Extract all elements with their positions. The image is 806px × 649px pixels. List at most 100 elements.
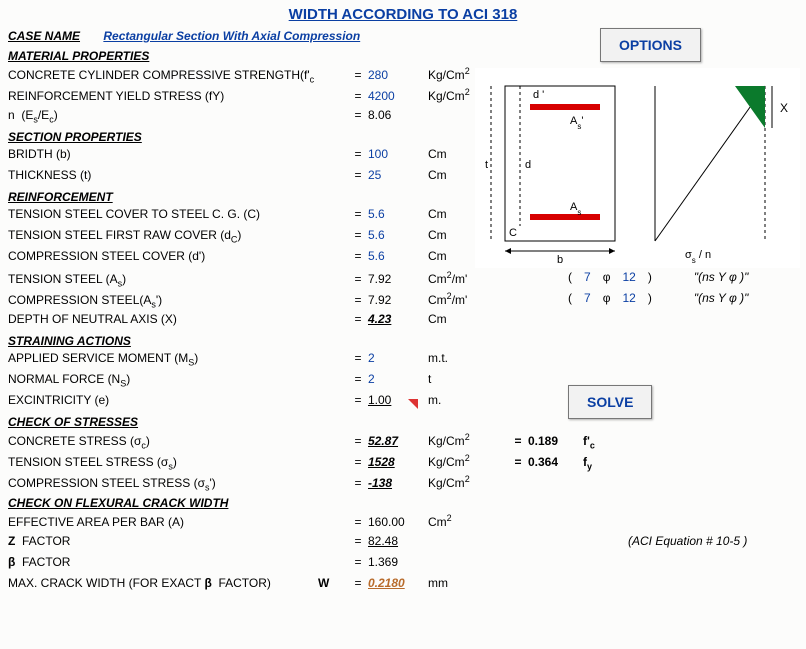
max-crack-width-value: 0.2180 bbox=[368, 576, 428, 590]
equals: = bbox=[348, 272, 368, 286]
asp-label: COMPRESSION STEEL(As') bbox=[8, 293, 348, 309]
max-crack-width-label: MAX. CRACK WIDTH (FOR EXACT β FACTOR) bbox=[8, 576, 318, 590]
equals: = bbox=[348, 228, 368, 242]
bridth-label: BRIDTH (b) bbox=[8, 147, 348, 161]
dc-label: TENSION STEEL FIRST RAW COVER (dC) bbox=[8, 228, 348, 244]
sigs-sym: fy bbox=[583, 455, 613, 471]
beta-factor-label: β FACTOR bbox=[8, 555, 348, 569]
bridth-value[interactable]: 100 bbox=[368, 147, 428, 161]
fy-label: REINFORCEMENT YIELD STRESS (fY) bbox=[8, 89, 348, 103]
z-factor-label: Z FACTOR bbox=[8, 534, 348, 548]
sigc-label: CONCRETE STRESS (σc) bbox=[8, 434, 348, 450]
asp-unit: Cm2/m' bbox=[428, 291, 508, 307]
diagram-t-label: t bbox=[485, 159, 488, 171]
equals: = bbox=[348, 249, 368, 263]
dprime-value[interactable]: 5.6 bbox=[368, 249, 428, 263]
sigsp-value: -138 bbox=[368, 476, 428, 490]
neutral-axis-unit: Cm bbox=[428, 312, 508, 326]
case-name-value: Rectangular Section With Axial Compressi… bbox=[103, 29, 360, 43]
sigc-sym: f'c bbox=[583, 434, 613, 450]
as-bar-dia[interactable]: 12 bbox=[622, 270, 635, 284]
page-title: WIDTH ACCORDING TO ACI 318 bbox=[8, 4, 798, 25]
ns-label: NORMAL FORCE (NS) bbox=[8, 372, 348, 388]
section-straining-actions: STRAINING ACTIONS bbox=[8, 332, 798, 350]
ns-value[interactable]: 2 bbox=[368, 372, 428, 386]
sigc-value: 52.87 bbox=[368, 434, 428, 448]
dc-value[interactable]: 5.6 bbox=[368, 228, 428, 242]
section-crack-width: CHECK ON FLEXURAL CRACK WIDTH bbox=[8, 494, 798, 512]
equals: = bbox=[348, 515, 368, 529]
sigs-label: TENSION STEEL STRESS (σs) bbox=[8, 455, 348, 471]
phi-icon: φ bbox=[603, 270, 611, 284]
aci-equation-note: (ACI Equation # 10-5 ) bbox=[628, 534, 747, 548]
ms-unit: m.t. bbox=[428, 351, 508, 365]
as-phi-note: "(ns Y φ )" bbox=[694, 270, 749, 284]
fc-label: CONCRETE CYLINDER COMPRESSIVE STRENGTH(f… bbox=[8, 68, 348, 84]
diagram-dprime-label: d ' bbox=[533, 89, 544, 101]
dprime-label: COMPRESSION STEEL COVER (d') bbox=[8, 249, 348, 263]
tension-cover-label: TENSION STEEL COVER TO STEEL C. G. (C) bbox=[8, 207, 348, 221]
asp-bar-dia[interactable]: 12 bbox=[622, 291, 635, 305]
asp-bar-count[interactable]: 7 bbox=[584, 291, 591, 305]
excintricity-value: 1.00 bbox=[368, 393, 428, 407]
fc-value[interactable]: 280 bbox=[368, 68, 428, 82]
neutral-axis-value: 4.23 bbox=[368, 312, 428, 326]
equals: = bbox=[508, 455, 528, 469]
excintricity-unit: m. bbox=[428, 393, 508, 407]
excintricity-label: EXCINTRICITY (e) bbox=[8, 393, 348, 407]
w-symbol: W bbox=[318, 576, 348, 590]
phi-icon: φ bbox=[603, 291, 611, 305]
diagram-sigma-label: σs / n bbox=[685, 249, 711, 265]
equals: = bbox=[508, 434, 528, 448]
diagram-b-label: b bbox=[557, 254, 563, 266]
asp-phi-block: ( 7 φ 12 ) "(ns Y φ )" bbox=[568, 291, 748, 305]
sigs-value: 1528 bbox=[368, 455, 428, 469]
as-bar-count[interactable]: 7 bbox=[584, 270, 591, 284]
cell-comment-icon[interactable] bbox=[408, 399, 418, 409]
equals: = bbox=[348, 351, 368, 365]
equals: = bbox=[348, 147, 368, 161]
diagram-d-label: d bbox=[525, 159, 531, 171]
ms-value[interactable]: 2 bbox=[368, 351, 428, 365]
equals: = bbox=[348, 372, 368, 386]
as-label: TENSION STEEL (As) bbox=[8, 272, 348, 288]
sigc-ratio: 0.189 bbox=[528, 434, 583, 448]
as-unit: Cm2/m' bbox=[428, 270, 508, 286]
fy-value[interactable]: 4200 bbox=[368, 89, 428, 103]
equals: = bbox=[348, 555, 368, 569]
solve-button[interactable]: SOLVE bbox=[568, 385, 652, 419]
equals: = bbox=[348, 455, 368, 469]
max-crack-width-unit: mm bbox=[428, 576, 508, 590]
area-label: EFFECTIVE AREA PER BAR (A) bbox=[8, 515, 348, 529]
neutral-axis-label: DEPTH OF NEUTRAL AXIS (X) bbox=[8, 312, 348, 326]
section-diagram: t d d ' As' As C b X σs / n bbox=[475, 68, 800, 268]
equals: = bbox=[348, 108, 368, 122]
equals: = bbox=[348, 434, 368, 448]
diagram-c-label: C bbox=[509, 227, 517, 239]
section-check-stresses: CHECK OF STRESSES bbox=[8, 413, 798, 431]
sigsp-unit: Kg/Cm2 bbox=[428, 474, 508, 490]
options-button[interactable]: OPTIONS bbox=[600, 28, 701, 62]
equals: = bbox=[348, 293, 368, 307]
sigc-unit: Kg/Cm2 bbox=[428, 432, 508, 448]
equals: = bbox=[348, 89, 368, 103]
asp-value: 7.92 bbox=[368, 293, 428, 307]
equals: = bbox=[348, 207, 368, 221]
tension-cover-value[interactable]: 5.6 bbox=[368, 207, 428, 221]
n-value: 8.06 bbox=[368, 108, 428, 122]
n-label: n (Es/Ec) bbox=[8, 108, 348, 124]
sigs-ratio: 0.364 bbox=[528, 455, 583, 469]
area-value: 160.00 bbox=[368, 515, 428, 529]
diagram-x-label: X bbox=[780, 101, 788, 115]
thickness-value[interactable]: 25 bbox=[368, 168, 428, 182]
equals: = bbox=[348, 576, 368, 590]
asp-phi-note: "(ns Y φ )" bbox=[694, 291, 749, 305]
equals: = bbox=[348, 312, 368, 326]
ns-unit: t bbox=[428, 372, 508, 386]
as-value: 7.92 bbox=[368, 272, 428, 286]
thickness-label: THICKNESS (t) bbox=[8, 168, 348, 182]
equals: = bbox=[348, 393, 368, 407]
ms-label: APPLIED SERVICE MOMENT (MS) bbox=[8, 351, 348, 367]
diagram-asprime-label: As' bbox=[570, 115, 583, 131]
z-factor-value: 82.48 bbox=[368, 534, 428, 548]
